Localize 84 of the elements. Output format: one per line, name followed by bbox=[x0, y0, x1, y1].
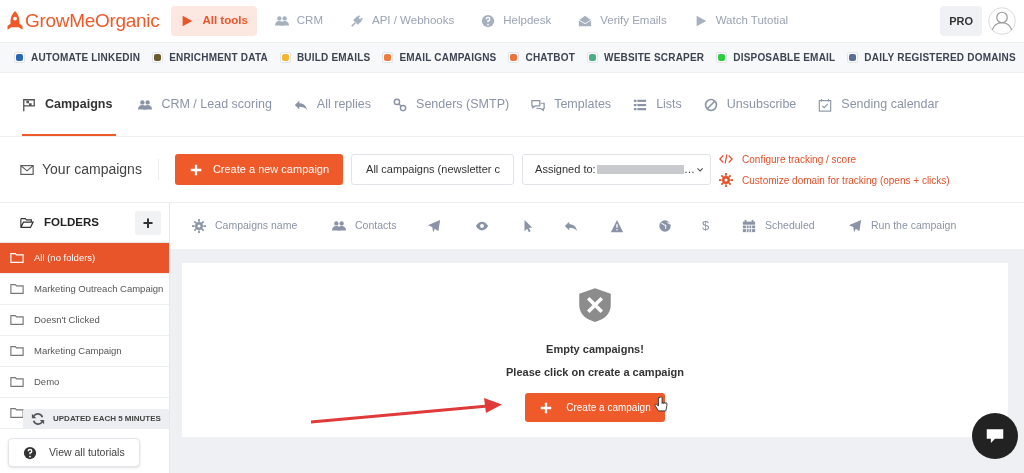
help-icon bbox=[23, 445, 37, 460]
select-value: All campaigns (newsletter c bbox=[366, 162, 500, 178]
column-header: $ bbox=[702, 217, 710, 236]
brand-name: GrowMeOrganic bbox=[25, 8, 160, 33]
nav-item[interactable]: CRM bbox=[265, 6, 332, 36]
refresh-icon bbox=[31, 412, 45, 426]
gear-icon bbox=[719, 173, 734, 187]
tool-link[interactable]: WEBSITE SCRAPER bbox=[587, 50, 705, 65]
column-header: Contacts bbox=[355, 218, 397, 234]
folder-item[interactable]: All (no folders) bbox=[0, 243, 169, 274]
sync-toast: UPDATED EACH 5 MINUTES bbox=[23, 409, 169, 429]
nav-item[interactable]: All tools bbox=[171, 6, 257, 36]
section-title: Your campaigns bbox=[42, 160, 142, 179]
tutorials-button[interactable]: View all tutorials bbox=[8, 438, 140, 467]
ban-icon bbox=[703, 97, 718, 112]
nav-item[interactable]: Helpdesk bbox=[472, 6, 561, 36]
tab[interactable]: Campaigns bbox=[22, 95, 117, 136]
tab[interactable]: CRM / Lead scoring bbox=[138, 95, 272, 136]
calendar-icon bbox=[818, 97, 833, 112]
help-icon bbox=[481, 14, 496, 28]
select-value: … bbox=[683, 162, 695, 178]
campaign-filter-select[interactable]: All campaigns (newsletter c bbox=[351, 154, 515, 185]
folder-icon bbox=[10, 251, 24, 265]
plug-icon bbox=[350, 14, 364, 28]
users-icon bbox=[332, 219, 346, 233]
assigned-select[interactable]: Assigned to: … bbox=[522, 154, 712, 185]
plus-icon bbox=[188, 162, 203, 177]
envelope-icon bbox=[578, 14, 593, 28]
tab[interactable]: Sending calendar bbox=[818, 95, 939, 136]
folder-icon bbox=[10, 313, 24, 327]
tracking-link[interactable]: Customize domain for tracking (opens + clicks) bbox=[719, 172, 950, 188]
tab[interactable]: Senders (SMTP) bbox=[393, 95, 510, 136]
tab[interactable]: Lists bbox=[633, 95, 682, 136]
folder-icon bbox=[10, 375, 24, 389]
plus-icon bbox=[539, 400, 554, 415]
shield-x-icon bbox=[577, 287, 613, 323]
gear-icon bbox=[192, 219, 206, 233]
paper-plane-icon bbox=[427, 219, 441, 233]
empty-message: Please click on create a campaign bbox=[506, 364, 684, 380]
tool-link[interactable]: DISPOSABLE EMAIL bbox=[716, 50, 836, 65]
tool-link[interactable]: EMAIL CAMPAIGNS bbox=[382, 50, 497, 65]
tool-link[interactable]: DAILY REGISTERED DOMAINS bbox=[847, 50, 1016, 65]
users-icon bbox=[138, 97, 153, 112]
create-campaign-button[interactable]: Create a new campaign bbox=[174, 154, 344, 185]
tool-link[interactable]: AUTOMATE LINKEDIN bbox=[14, 50, 141, 65]
chevron-down-icon bbox=[695, 165, 705, 174]
column-header: Campaigns name bbox=[215, 218, 298, 234]
column-header: Scheduled bbox=[765, 218, 815, 234]
tool-link[interactable]: ENRICHMENT DATA bbox=[152, 50, 268, 65]
eye-icon bbox=[475, 219, 489, 233]
select-label: Assigned to: bbox=[535, 162, 596, 178]
envelope-icon bbox=[20, 162, 34, 177]
tool-link[interactable]: BUILD EMAILS bbox=[279, 50, 371, 65]
calendar-icon bbox=[742, 219, 756, 233]
hand-cursor-icon bbox=[652, 396, 669, 413]
nav-item[interactable]: Verify Emails bbox=[569, 6, 676, 36]
column-header: Run the campaign bbox=[871, 218, 957, 234]
folder-icon bbox=[20, 215, 34, 230]
nav-item[interactable]: Watch Tutotial bbox=[684, 6, 798, 36]
add-folder-button[interactable]: + bbox=[135, 210, 161, 235]
tracking-link[interactable]: Configure tracking / score bbox=[719, 151, 950, 167]
flag-icon bbox=[22, 97, 36, 112]
reply-icon bbox=[564, 219, 578, 233]
users-icon bbox=[274, 14, 289, 28]
folder-icon bbox=[10, 344, 24, 358]
plan-badge: PRO bbox=[940, 5, 982, 37]
warning-icon bbox=[610, 219, 624, 233]
folders-title: FOLDERS bbox=[44, 214, 100, 230]
nav-item[interactable]: API / Webhooks bbox=[341, 6, 464, 36]
tool-link[interactable]: CHATBOT bbox=[508, 50, 575, 65]
create-campaign-button[interactable]: Create a campaign bbox=[525, 393, 665, 422]
tab[interactable]: Unsubscribe bbox=[703, 95, 797, 136]
tab[interactable]: All replies bbox=[293, 95, 372, 136]
link-icon bbox=[393, 97, 408, 112]
paper-plane-icon bbox=[848, 219, 862, 233]
globe-icon bbox=[658, 219, 672, 233]
empty-title: Empty campaigns! bbox=[546, 342, 644, 357]
folder-icon bbox=[10, 282, 24, 296]
avatar-icon bbox=[988, 7, 1016, 35]
rocket-icon bbox=[5, 11, 25, 31]
code-icon bbox=[719, 152, 734, 166]
list-icon bbox=[633, 97, 648, 112]
tab[interactable]: Templates bbox=[531, 95, 612, 136]
chat-icon bbox=[531, 97, 546, 112]
